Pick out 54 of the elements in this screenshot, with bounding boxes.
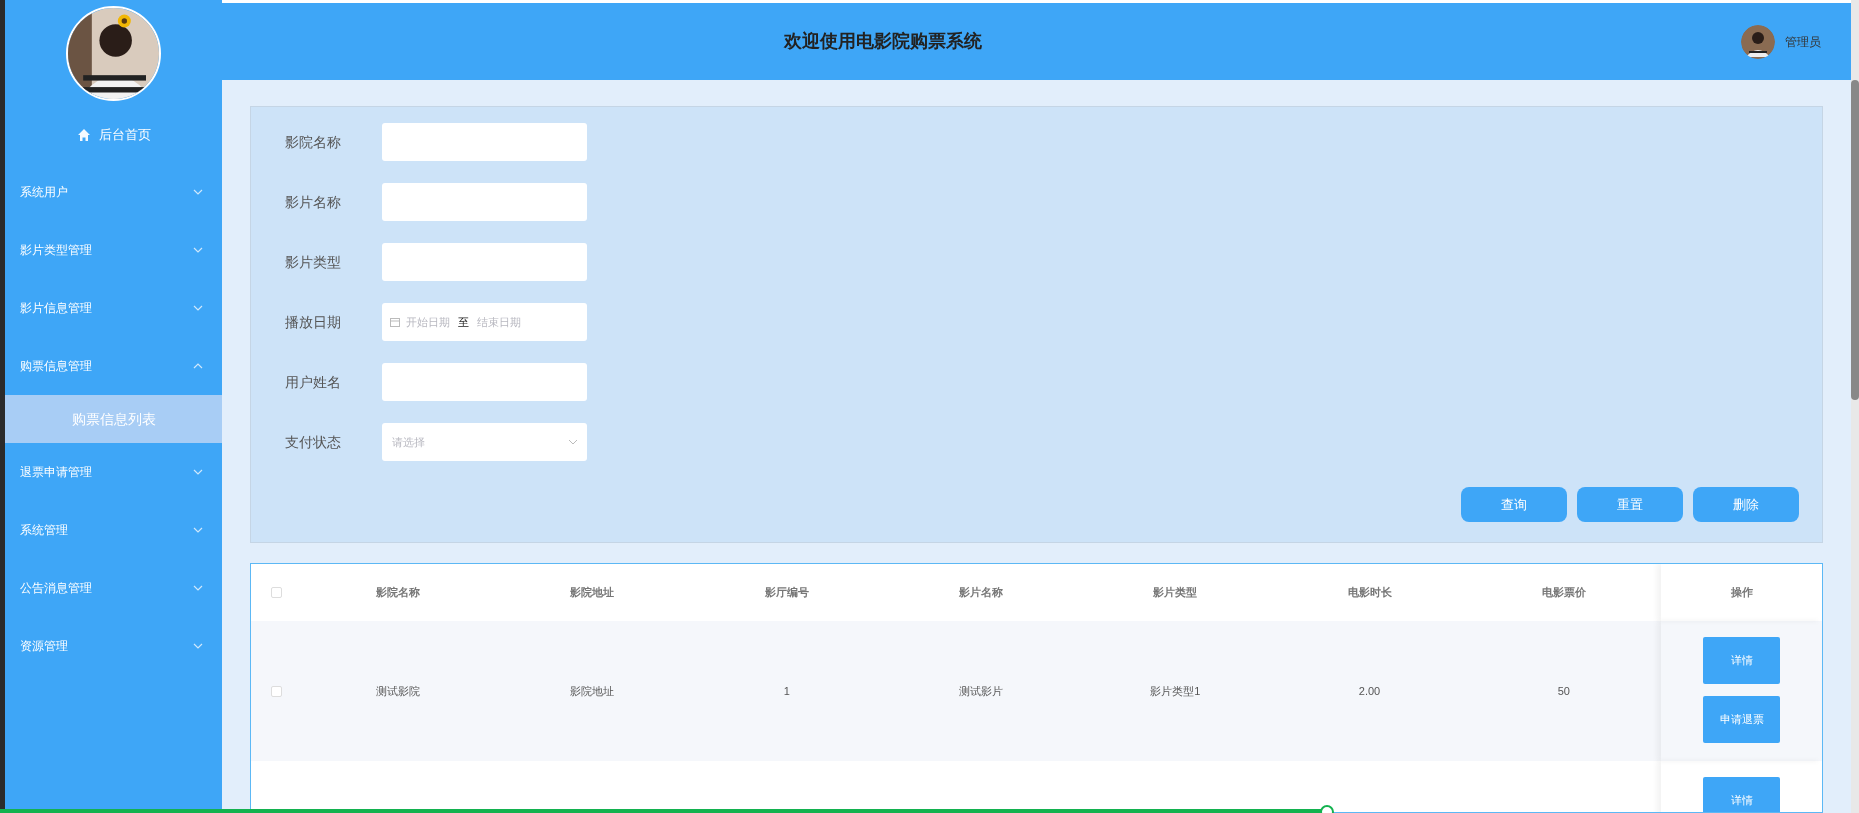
action-button[interactable]: 重置 — [1577, 487, 1683, 522]
separator-text: 至 — [457, 314, 470, 330]
column-header: 影院名称 — [376, 585, 421, 601]
table-cell-text: 2.00 — [1358, 683, 1381, 699]
table-cell-text: 1 — [783, 683, 790, 699]
placeholder-text: 结束日期 — [477, 314, 521, 330]
checkbox[interactable] — [270, 587, 282, 598]
field-label: 用户姓名 — [285, 372, 342, 392]
user-avatar[interactable] — [1741, 24, 1775, 59]
row-action-button[interactable]: 申请退票 — [1703, 696, 1780, 743]
column-header: 影片类型 — [1153, 585, 1198, 601]
input-field[interactable] — [382, 183, 587, 221]
user-name[interactable]: 管理员 — [1785, 32, 1821, 51]
field-label: 支付状态 — [285, 432, 342, 452]
sidebar-item[interactable]: 影片信息管理 — [5, 279, 222, 337]
sidebar-item[interactable]: 资源管理 — [5, 617, 222, 675]
placeholder-text: 请选择 — [392, 434, 425, 450]
table-cell-text: 测试影片 — [959, 683, 1003, 699]
sidebar-item[interactable]: 系统管理 — [5, 501, 222, 559]
column-header: 操作 — [1730, 585, 1753, 601]
column-header: 电影时长 — [1347, 585, 1392, 601]
input-field[interactable] — [382, 243, 587, 281]
page-title: 欢迎使用电影院购票系统 — [784, 30, 982, 53]
input-field[interactable] — [382, 123, 587, 161]
table-cell-text: 影片类型1 — [1150, 683, 1201, 699]
action-button[interactable]: 查询 — [1461, 487, 1567, 522]
column-header: 影片名称 — [959, 585, 1003, 601]
row-action-button[interactable]: 详情 — [1703, 637, 1780, 684]
calendar-icon — [390, 317, 400, 327]
field-label: 影片类型 — [285, 252, 342, 272]
input-field[interactable] — [382, 363, 587, 401]
date-range-field[interactable]: 开始日期 至 结束日期 — [382, 303, 587, 341]
sidebar-item[interactable]: 系统用户 — [5, 163, 222, 221]
action-button[interactable]: 删除 — [1693, 487, 1799, 522]
sidebar-item[interactable]: 退票申请管理 — [5, 443, 222, 501]
table-cell-text: 影院地址 — [570, 683, 615, 699]
field-label: 影片名称 — [285, 192, 342, 212]
select-field[interactable]: 请选择 — [382, 423, 587, 461]
placeholder-text: 开始日期 — [406, 314, 450, 330]
row-action-button[interactable]: 详情 — [1703, 777, 1780, 812]
home-link[interactable]: 后台首页 — [98, 125, 151, 145]
column-header: 影院地址 — [570, 585, 615, 601]
table-cell-text: 测试影院 — [376, 683, 421, 699]
field-label: 播放日期 — [285, 312, 342, 332]
sidebar-item[interactable]: 购票信息管理 — [5, 337, 222, 395]
checkbox[interactable] — [270, 685, 282, 697]
sidebar-item[interactable]: 公告消息管理 — [5, 559, 222, 617]
column-header: 电影票价 — [1541, 585, 1586, 601]
home-icon — [76, 128, 91, 142]
sidebar-subitem[interactable]: 购票信息列表 — [5, 395, 222, 443]
field-label: 影院名称 — [285, 132, 342, 152]
column-header: 影厅编号 — [764, 585, 809, 601]
sidebar-item[interactable]: 影片类型管理 — [5, 221, 222, 279]
table-cell-text: 50 — [1557, 683, 1570, 699]
